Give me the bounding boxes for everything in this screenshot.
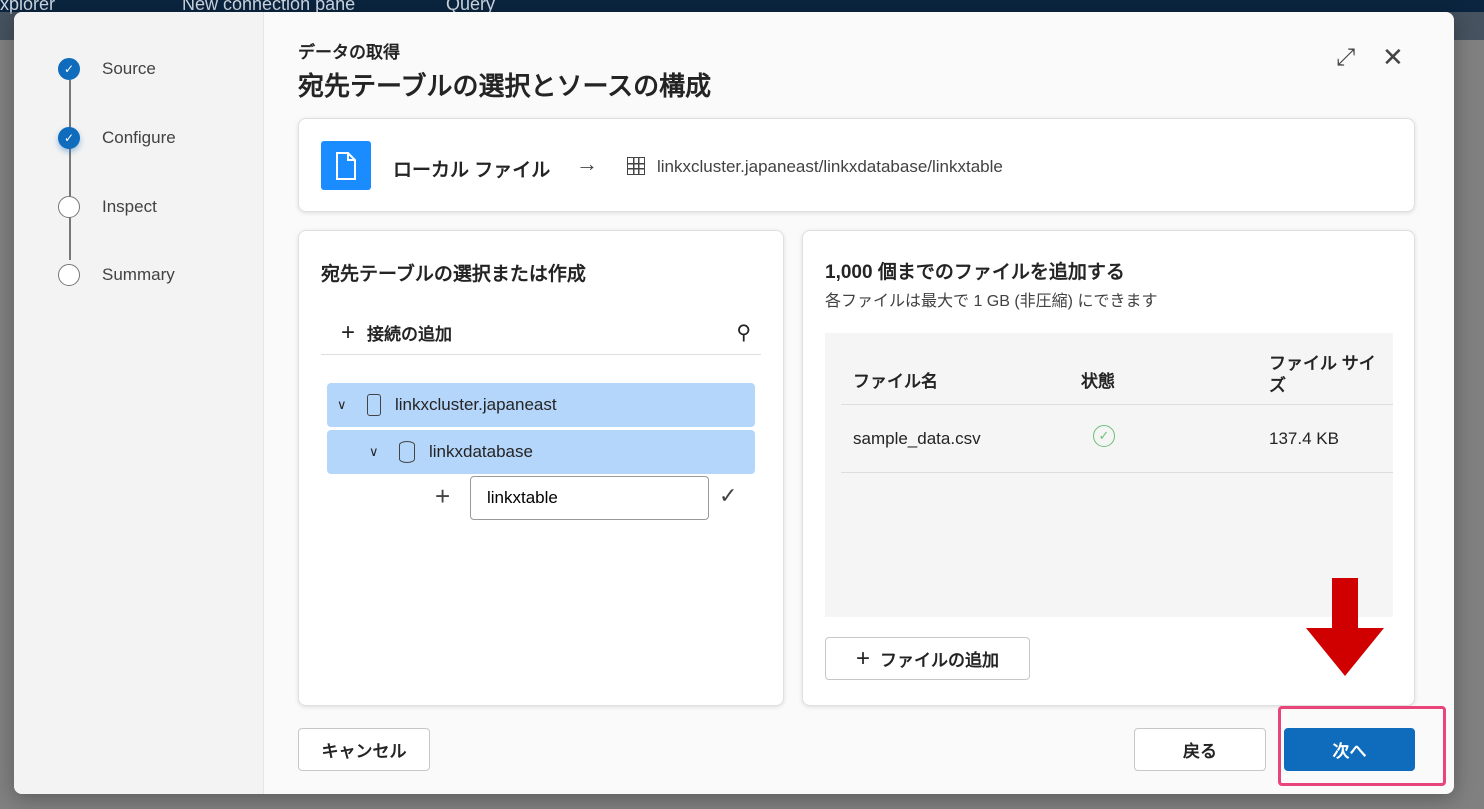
step-connector	[69, 80, 71, 260]
plus-icon: +	[855, 644, 870, 672]
dialog-subtitle: データの取得	[298, 43, 400, 62]
wizard-steps: ✓ Source ✓ Configure Inspect Summary	[14, 12, 264, 794]
table-icon	[627, 157, 645, 175]
add-connection-button[interactable]: + 接続の追加 ⚲	[321, 311, 761, 355]
step-label: Inspect	[102, 197, 157, 216]
annotation-arrow-icon	[1306, 578, 1384, 676]
check-icon: ✓	[58, 127, 80, 149]
database-name: linkxdatabase	[429, 442, 533, 461]
get-data-dialog: ✓ Source ✓ Configure Inspect Summary データの取…	[14, 12, 1454, 794]
column-header: ファイル名	[853, 372, 938, 391]
destination-path: linkxcluster.japaneast/linkxdatabase/lin…	[657, 157, 1003, 176]
table-row: sample_data.csv ✓ 137.4 KB	[841, 405, 1393, 473]
column-header: ファイル サイズ	[1269, 354, 1376, 395]
panel-title: 1,000 個までのファイルを追加する	[825, 262, 1125, 283]
add-connection-label: 接続の追加	[367, 325, 453, 344]
file-icon	[321, 141, 371, 190]
step-source[interactable]: ✓ Source	[58, 58, 156, 80]
success-check-icon: ✓	[1093, 425, 1115, 447]
destination-table-panel: 宛先テーブルの選択または作成 + 接続の追加 ⚲ ∨ linkxcluster.…	[298, 230, 784, 706]
step-label: Source	[102, 59, 156, 78]
confirm-check-icon[interactable]: ✓	[719, 483, 737, 509]
cluster-name: linkxcluster.japaneast	[395, 395, 557, 414]
search-icon[interactable]: ⚲	[736, 320, 751, 345]
chevron-down-icon[interactable]: ∨	[337, 397, 357, 413]
panel-subtitle: 各ファイルは最大で 1 GB (非圧縮) にできます	[825, 293, 1158, 310]
tree-item-database[interactable]: ∨ linkxdatabase	[327, 430, 755, 474]
add-file-button[interactable]: + ファイルの追加	[825, 637, 1030, 680]
step-inspect[interactable]: Inspect	[58, 196, 157, 218]
file-table: ファイル名 状態 ファイル サイズ sample_data.csv ✓ 137.…	[825, 333, 1393, 617]
table-name-input[interactable]	[470, 476, 709, 520]
panel-title: 宛先テーブルの選択または作成	[321, 264, 586, 285]
table-header: ファイル名 状態 ファイル サイズ	[841, 333, 1393, 405]
column-header: 状態	[1081, 372, 1115, 391]
close-icon[interactable]: ✕	[1382, 42, 1404, 73]
page-title: 宛先テーブルの選択とソースの構成	[298, 71, 712, 101]
source-label: ローカル ファイル	[393, 160, 551, 181]
step-label: Summary	[102, 265, 175, 284]
plus-icon: +	[341, 318, 356, 346]
step-label: Configure	[102, 128, 176, 147]
expand-icon[interactable]: ⤢	[1336, 44, 1355, 72]
chevron-down-icon[interactable]: ∨	[369, 444, 389, 460]
tree-item-cluster[interactable]: ∨ linkxcluster.japaneast	[327, 383, 755, 427]
file-size: 137.4 KB	[1269, 429, 1339, 448]
circle-icon	[58, 196, 80, 218]
step-summary[interactable]: Summary	[58, 264, 175, 286]
back-button[interactable]: 戻る	[1134, 728, 1266, 771]
file-name: sample_data.csv	[853, 429, 981, 448]
arrow-right-icon: →	[576, 151, 598, 176]
circle-icon	[58, 264, 80, 286]
source-summary-card: ローカル ファイル → linkxcluster.japaneast/linkx…	[298, 118, 1415, 212]
annotation-highlight-box	[1278, 706, 1446, 786]
add-file-label: ファイルの追加	[880, 651, 999, 670]
check-icon: ✓	[58, 58, 80, 80]
cancel-button[interactable]: キャンセル	[298, 728, 430, 771]
step-configure[interactable]: ✓ Configure	[58, 127, 176, 149]
database-icon	[399, 441, 415, 463]
plus-icon: +	[435, 481, 451, 511]
server-icon	[367, 394, 381, 416]
